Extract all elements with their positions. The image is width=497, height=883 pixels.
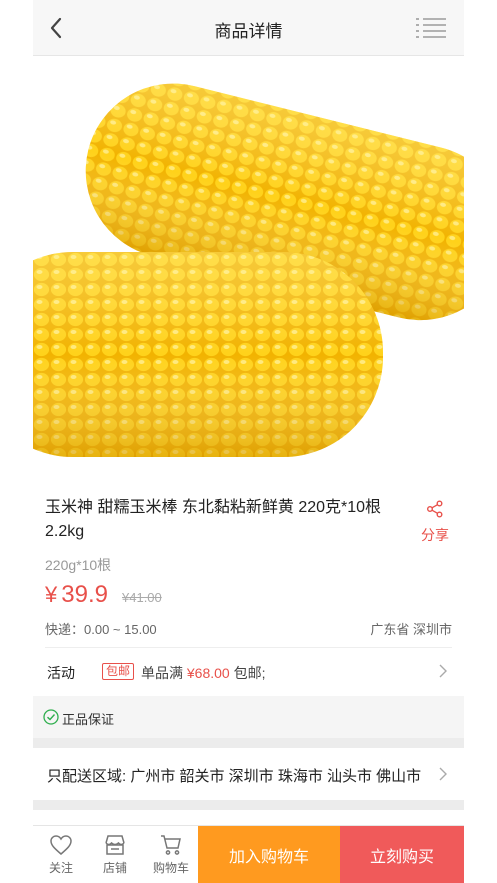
price-value: 39.9	[61, 581, 108, 608]
header-bar: 商品详情	[33, 0, 464, 56]
cart-button[interactable]: 购物车	[143, 826, 199, 883]
ship-location: 广东省 深圳市	[370, 622, 452, 637]
cart-label: 购物车	[152, 861, 189, 875]
follow-label: 关注	[48, 861, 73, 875]
share-label: 分享	[421, 527, 449, 543]
buy-now-button[interactable]: 立刻购买	[340, 826, 464, 883]
shipping-fee: 快递：0.00 ~ 15.00	[45, 622, 157, 637]
currency-symbol: ¥	[45, 582, 58, 607]
chevron-right-icon	[438, 766, 448, 782]
guarantee-text: 正品保证	[62, 712, 115, 727]
delivery-region-row[interactable]: 只配送区域: 广州市 韶关市 深圳市 珠海市 汕头市 佛山市	[33, 748, 464, 800]
store-icon	[105, 835, 125, 855]
product-image	[33, 57, 464, 470]
promotion-amount: ¥68.00	[186, 665, 230, 681]
guarantee-row: 正品保证	[33, 696, 464, 738]
list-menu-icon[interactable]	[416, 17, 446, 39]
free-shipping-badge: 包邮	[102, 663, 135, 680]
cart-icon	[161, 835, 181, 855]
original-price: ¥41.00	[122, 590, 162, 605]
store-button[interactable]: 店铺	[87, 826, 143, 883]
promotion-row[interactable]: 活动 包邮 单品满 ¥68.00 包邮;	[33, 648, 464, 694]
page-title: 商品详情	[214, 22, 283, 41]
check-circle-icon	[43, 709, 59, 725]
store-label: 店铺	[102, 861, 127, 875]
share-icon	[426, 500, 444, 522]
delivery-region-text: 只配送区域: 广州市 韶关市 深圳市 珠海市 汕头市 佛山市	[47, 768, 422, 785]
share-button[interactable]: 分享	[415, 500, 455, 545]
bottom-action-bar: 关注 店铺 购物车 加入购物车 立刻购买	[33, 825, 464, 883]
product-price: ¥39.9	[45, 581, 108, 609]
section-gap	[33, 738, 464, 748]
promotion-prefix: 单品满	[141, 665, 187, 681]
section-gap	[33, 800, 464, 810]
chevron-right-icon	[438, 663, 448, 679]
product-title: 玉米神 甜糯玉米棒 东北黏粘新鲜黄 220克*10根 2.2kg	[45, 499, 382, 540]
promotion-text: 单品满 ¥68.00 包邮;	[141, 663, 266, 683]
add-to-cart-button[interactable]: 加入购物车	[198, 826, 340, 883]
promotion-label: 活动	[47, 665, 75, 681]
app-frame: 商品详情 玉米神 甜糯玉米棒 东北黏粘新鲜黄 220克*10根 2.2kg 分享…	[33, 0, 464, 883]
follow-button[interactable]: 关注	[33, 826, 89, 883]
heart-icon	[50, 835, 72, 855]
product-spec: 220g*10根	[45, 557, 112, 573]
promotion-suffix: 包邮;	[229, 665, 266, 681]
